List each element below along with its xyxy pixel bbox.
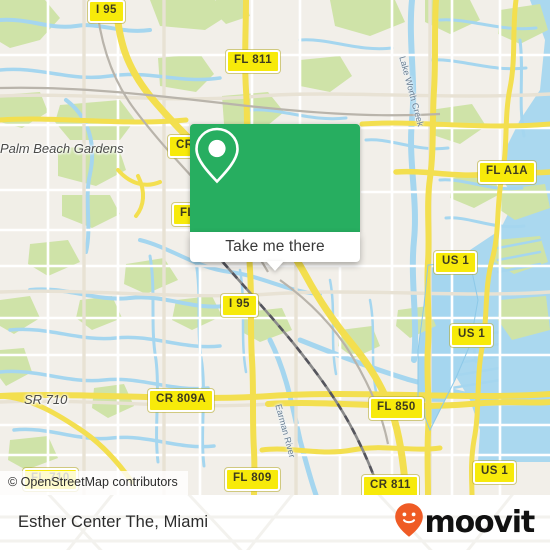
road-shield[interactable]: FL A1A — [478, 161, 537, 184]
destination-callout[interactable]: Take me there — [190, 124, 360, 271]
moovit-pin-icon — [394, 502, 424, 543]
callout-header — [190, 124, 360, 232]
callout-pointer-tail — [266, 261, 284, 271]
place-label-sr-710: SR 710 — [24, 392, 68, 407]
moovit-map-screenshot: I 95 FL 811 CR FL FL A1A US 1 US 1 I 95 … — [0, 0, 550, 550]
road-shield[interactable]: CR 811 — [362, 475, 419, 495]
road-shield[interactable]: FL 811 — [226, 50, 280, 73]
place-label-palm-beach-gardens: Palm Beach Gardens — [0, 141, 124, 156]
footer-bar: Esther Center The, Miami moovit — [0, 495, 550, 550]
road-shield[interactable]: CR 809A — [148, 389, 215, 412]
moovit-logo[interactable]: moovit — [394, 502, 536, 543]
road-shield[interactable]: US 1 — [473, 461, 517, 484]
take-me-there-label: Take me there — [225, 238, 325, 255]
road-shield[interactable]: I 95 — [88, 0, 125, 23]
osm-attribution[interactable]: © OpenStreetMap contributors — [0, 471, 188, 495]
page-title: Esther Center The, Miami — [18, 513, 209, 531]
road-shield[interactable]: I 95 — [221, 294, 258, 317]
road-shield[interactable]: US 1 — [450, 324, 494, 347]
take-me-there-button[interactable]: Take me there — [190, 232, 360, 271]
road-shield[interactable]: US 1 — [434, 251, 478, 274]
moovit-wordmark: moovit — [424, 504, 536, 540]
road-shield[interactable]: FL 809 — [225, 468, 280, 491]
map-canvas[interactable]: I 95 FL 811 CR FL FL A1A US 1 US 1 I 95 … — [0, 0, 550, 495]
road-shield[interactable]: FL 850 — [369, 397, 424, 420]
